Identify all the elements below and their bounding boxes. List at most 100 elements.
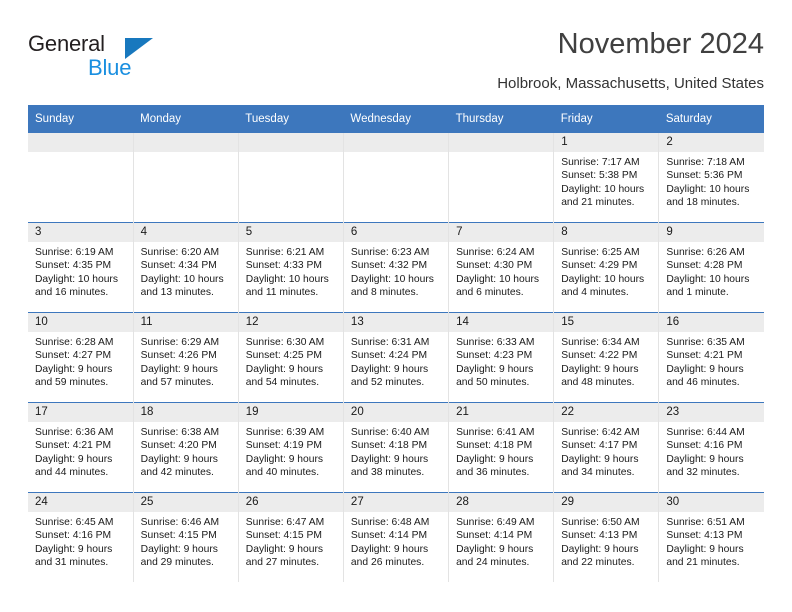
logo-text-general: General [28, 31, 105, 56]
sunrise-time: Sunrise: 6:50 AM [561, 517, 640, 528]
sunrise-time: Sunrise: 6:42 AM [561, 427, 640, 438]
calendar-day-cell[interactable]: 4 Sunrise: 6:20 AM Sunset: 4:34 PM Daylight… [132, 222, 239, 313]
general-blue-logo[interactable]: General Blue [28, 31, 208, 87]
sunrise-time: Sunrise: 6:34 AM [561, 337, 640, 348]
daylight-duration-line1: Daylight: 9 hours [245, 363, 324, 375]
daylight-duration-line1: Daylight: 9 hours [350, 543, 429, 555]
day-number: 14 [449, 313, 554, 332]
sunset-time: Sunset: 4:15 PM [245, 530, 322, 542]
sunrise-time: Sunrise: 6:31 AM [350, 337, 430, 348]
calendar-day-cell[interactable]: 10 Sunrise: 6:28 AM Sunset: 4:27 PM Dayligh… [28, 312, 134, 403]
day-details: Sunrise: 6:24 AM Sunset: 4:30 PM Daylight:… [449, 242, 553, 300]
daylight-duration-line1: Daylight: 10 hours [666, 273, 750, 285]
daylight-duration-line1: Daylight: 9 hours [35, 453, 113, 465]
calendar-day-cell[interactable]: 11 Sunrise: 6:29 AM Sunset: 4:26 PM Dayligh… [132, 312, 239, 403]
calendar-day-cell[interactable]: 6 Sunrise: 6:23 AM Sunset: 4:32 PM Daylight… [342, 222, 449, 313]
calendar-day-cell[interactable]: 9 Sunrise: 6:26 AM Sunset: 4:28 PM Daylight… [658, 222, 764, 313]
day-number: 26 [238, 493, 343, 512]
calendar-day-cell[interactable]: 16 Sunrise: 6:35 AM Sunset: 4:21 PM Dayligh… [658, 312, 764, 403]
calendar-day-cell[interactable]: 20 Sunrise: 6:40 AM Sunset: 4:18 PM Dayligh… [342, 402, 449, 493]
calendar-day-cell[interactable]: 18 Sunrise: 6:38 AM Sunset: 4:20 PM Dayligh… [132, 402, 239, 493]
day-number: 20 [343, 403, 449, 422]
day-details: Sunrise: 6:44 AM Sunset: 4:16 PM Daylight:… [659, 422, 764, 480]
daylight-duration-line2: and 34 minutes. [561, 467, 635, 479]
sunrise-time: Sunrise: 6:38 AM [140, 427, 220, 438]
sunset-time: Sunset: 4:13 PM [666, 530, 743, 542]
calendar-week-row: 24 Sunrise: 6:45 AM Sunset: 4:16 PM Dayligh… [28, 492, 764, 582]
daylight-duration-line2: and 1 minute. [666, 287, 729, 299]
calendar-day-cell[interactable]: 13 Sunrise: 6:31 AM Sunset: 4:24 PM Dayligh… [342, 312, 449, 403]
daylight-duration-line2: and 48 minutes. [561, 377, 635, 389]
daylight-duration-line2: and 21 minutes. [561, 197, 635, 209]
calendar-day-cell[interactable]: 15 Sunrise: 6:34 AM Sunset: 4:22 PM Dayligh… [553, 312, 659, 403]
day-number: 11 [133, 313, 238, 332]
calendar-day-cell[interactable]: 29 Sunrise: 6:50 AM Sunset: 4:13 PM Dayligh… [553, 492, 659, 582]
calendar-day-cell[interactable]: 28 Sunrise: 6:49 AM Sunset: 4:14 PM Dayligh… [448, 492, 554, 582]
daylight-duration-line1: Daylight: 9 hours [350, 363, 429, 375]
day-number: 28 [449, 493, 554, 512]
daylight-duration-line2: and 46 minutes. [666, 377, 740, 389]
calendar-day-cell[interactable]: 5 Sunrise: 6:21 AM Sunset: 4:33 PM Daylight… [237, 222, 344, 313]
calendar-day-cell[interactable]: 22 Sunrise: 6:42 AM Sunset: 4:17 PM Dayligh… [553, 402, 659, 493]
day-details: Sunrise: 6:38 AM Sunset: 4:20 PM Daylight:… [134, 422, 238, 480]
sunrise-time: Sunrise: 6:28 AM [35, 337, 114, 348]
daylight-duration-line2: and 31 minutes. [35, 557, 109, 569]
calendar-day-cell[interactable]: 19 Sunrise: 6:39 AM Sunset: 4:19 PM Dayligh… [237, 402, 344, 493]
daylight-duration-line1: Daylight: 10 hours [561, 273, 645, 285]
calendar-day-cell[interactable]: 26 Sunrise: 6:47 AM Sunset: 4:15 PM Dayligh… [237, 492, 344, 582]
calendar-day-cell[interactable]: 3 Sunrise: 6:19 AM Sunset: 4:35 PM Daylight… [28, 222, 134, 313]
calendar-day-cell[interactable]: 23 Sunrise: 6:44 AM Sunset: 4:16 PM Dayligh… [658, 402, 764, 493]
sunrise-time: Sunrise: 6:24 AM [456, 247, 535, 258]
daylight-duration-line1: Daylight: 9 hours [561, 363, 639, 375]
day-details: Sunrise: 6:23 AM Sunset: 4:32 PM Daylight:… [344, 242, 448, 300]
calendar-day-cell[interactable]: 8 Sunrise: 6:25 AM Sunset: 4:29 PM Daylight… [553, 222, 659, 313]
sunrise-time: Sunrise: 6:41 AM [456, 427, 535, 438]
daylight-duration-line2: and 40 minutes. [245, 467, 320, 479]
day-number [238, 133, 343, 152]
sunset-time: Sunset: 4:15 PM [140, 530, 217, 542]
sunset-time: Sunset: 4:30 PM [456, 260, 533, 272]
day-details: Sunrise: 6:26 AM Sunset: 4:28 PM Daylight:… [659, 242, 764, 300]
day-number: 3 [28, 223, 133, 242]
sunset-time: Sunset: 4:35 PM [35, 260, 112, 272]
day-number [133, 133, 238, 152]
sunrise-time: Sunrise: 7:17 AM [561, 157, 640, 168]
calendar-day-cell[interactable]: 7 Sunrise: 6:24 AM Sunset: 4:30 PM Daylight… [448, 222, 554, 313]
daylight-duration-line1: Daylight: 9 hours [35, 543, 113, 555]
calendar-day-cell-empty [132, 133, 239, 223]
day-number: 5 [238, 223, 343, 242]
calendar-day-cell[interactable]: 12 Sunrise: 6:30 AM Sunset: 4:25 PM Dayligh… [237, 312, 344, 403]
daylight-duration-line1: Daylight: 9 hours [140, 543, 218, 555]
sunrise-time: Sunrise: 6:25 AM [561, 247, 640, 258]
daylight-duration-line1: Daylight: 9 hours [666, 453, 744, 465]
calendar-day-cell[interactable]: 24 Sunrise: 6:45 AM Sunset: 4:16 PM Dayligh… [28, 492, 134, 582]
sunrise-time: Sunrise: 6:48 AM [350, 517, 430, 528]
sunset-time: Sunset: 4:18 PM [456, 440, 533, 452]
location-subtitle: Holbrook, Massachusetts, United States [497, 75, 764, 92]
calendar-day-cell[interactable]: 30 Sunrise: 6:51 AM Sunset: 4:13 PM Dayligh… [658, 492, 764, 582]
calendar-day-cell[interactable]: 25 Sunrise: 6:46 AM Sunset: 4:15 PM Dayligh… [132, 492, 239, 582]
daylight-duration-line1: Daylight: 9 hours [35, 363, 113, 375]
calendar-day-cell[interactable]: 14 Sunrise: 6:33 AM Sunset: 4:23 PM Dayligh… [448, 312, 554, 403]
calendar-day-cell[interactable]: 2 Sunrise: 7:18 AM Sunset: 5:36 PM Daylight… [658, 133, 764, 223]
daylight-duration-line2: and 18 minutes. [666, 197, 740, 209]
sunset-time: Sunset: 4:16 PM [35, 530, 112, 542]
sunset-time: Sunset: 4:27 PM [35, 350, 112, 362]
day-details: Sunrise: 6:41 AM Sunset: 4:18 PM Daylight:… [449, 422, 553, 480]
sunrise-time: Sunrise: 6:26 AM [666, 247, 745, 258]
sunset-time: Sunset: 4:33 PM [245, 260, 322, 272]
calendar-day-cell[interactable]: 27 Sunrise: 6:48 AM Sunset: 4:14 PM Dayligh… [342, 492, 449, 582]
day-details: Sunrise: 6:34 AM Sunset: 4:22 PM Daylight:… [554, 332, 658, 390]
calendar-day-cell[interactable]: 17 Sunrise: 6:36 AM Sunset: 4:21 PM Dayligh… [28, 402, 134, 493]
day-number: 21 [449, 403, 554, 422]
sunset-time: Sunset: 4:20 PM [140, 440, 217, 452]
calendar-day-cell-empty [342, 133, 449, 223]
calendar-day-cell[interactable]: 1 Sunrise: 7:17 AM Sunset: 5:38 PM Daylight… [553, 133, 659, 223]
day-details: Sunrise: 6:30 AM Sunset: 4:25 PM Daylight:… [239, 332, 343, 390]
daylight-duration-line2: and 8 minutes. [350, 287, 419, 299]
sunset-time: Sunset: 4:25 PM [245, 350, 322, 362]
day-number: 29 [554, 493, 659, 512]
calendar-day-cell[interactable]: 21 Sunrise: 6:41 AM Sunset: 4:18 PM Dayligh… [448, 402, 554, 493]
day-details: Sunrise: 6:28 AM Sunset: 4:27 PM Daylight:… [28, 332, 133, 390]
calendar-page: General Blue November 2024 Holbrook, Mas… [0, 0, 792, 612]
